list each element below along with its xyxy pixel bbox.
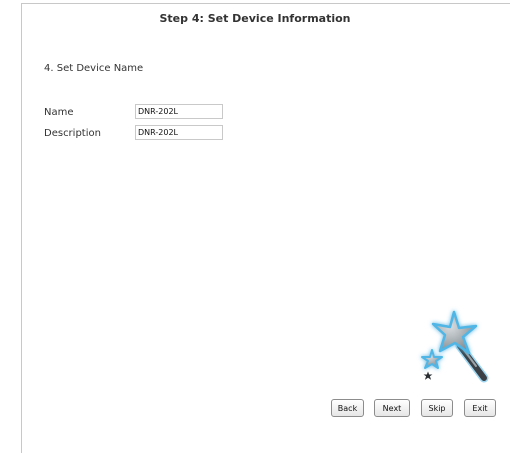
section-title: 4. Set Device Name: [44, 63, 144, 74]
description-label: Description: [44, 128, 101, 139]
magic-wand-icon: [420, 310, 489, 383]
description-input[interactable]: [135, 125, 223, 140]
name-label: Name: [44, 107, 74, 118]
skip-button[interactable]: Skip: [421, 399, 453, 417]
name-input[interactable]: [135, 104, 223, 119]
back-button[interactable]: Back: [331, 399, 364, 417]
step-title: Step 4: Set Device Information: [159, 12, 351, 25]
exit-button[interactable]: Exit: [464, 399, 496, 417]
next-button[interactable]: Next: [374, 399, 410, 417]
